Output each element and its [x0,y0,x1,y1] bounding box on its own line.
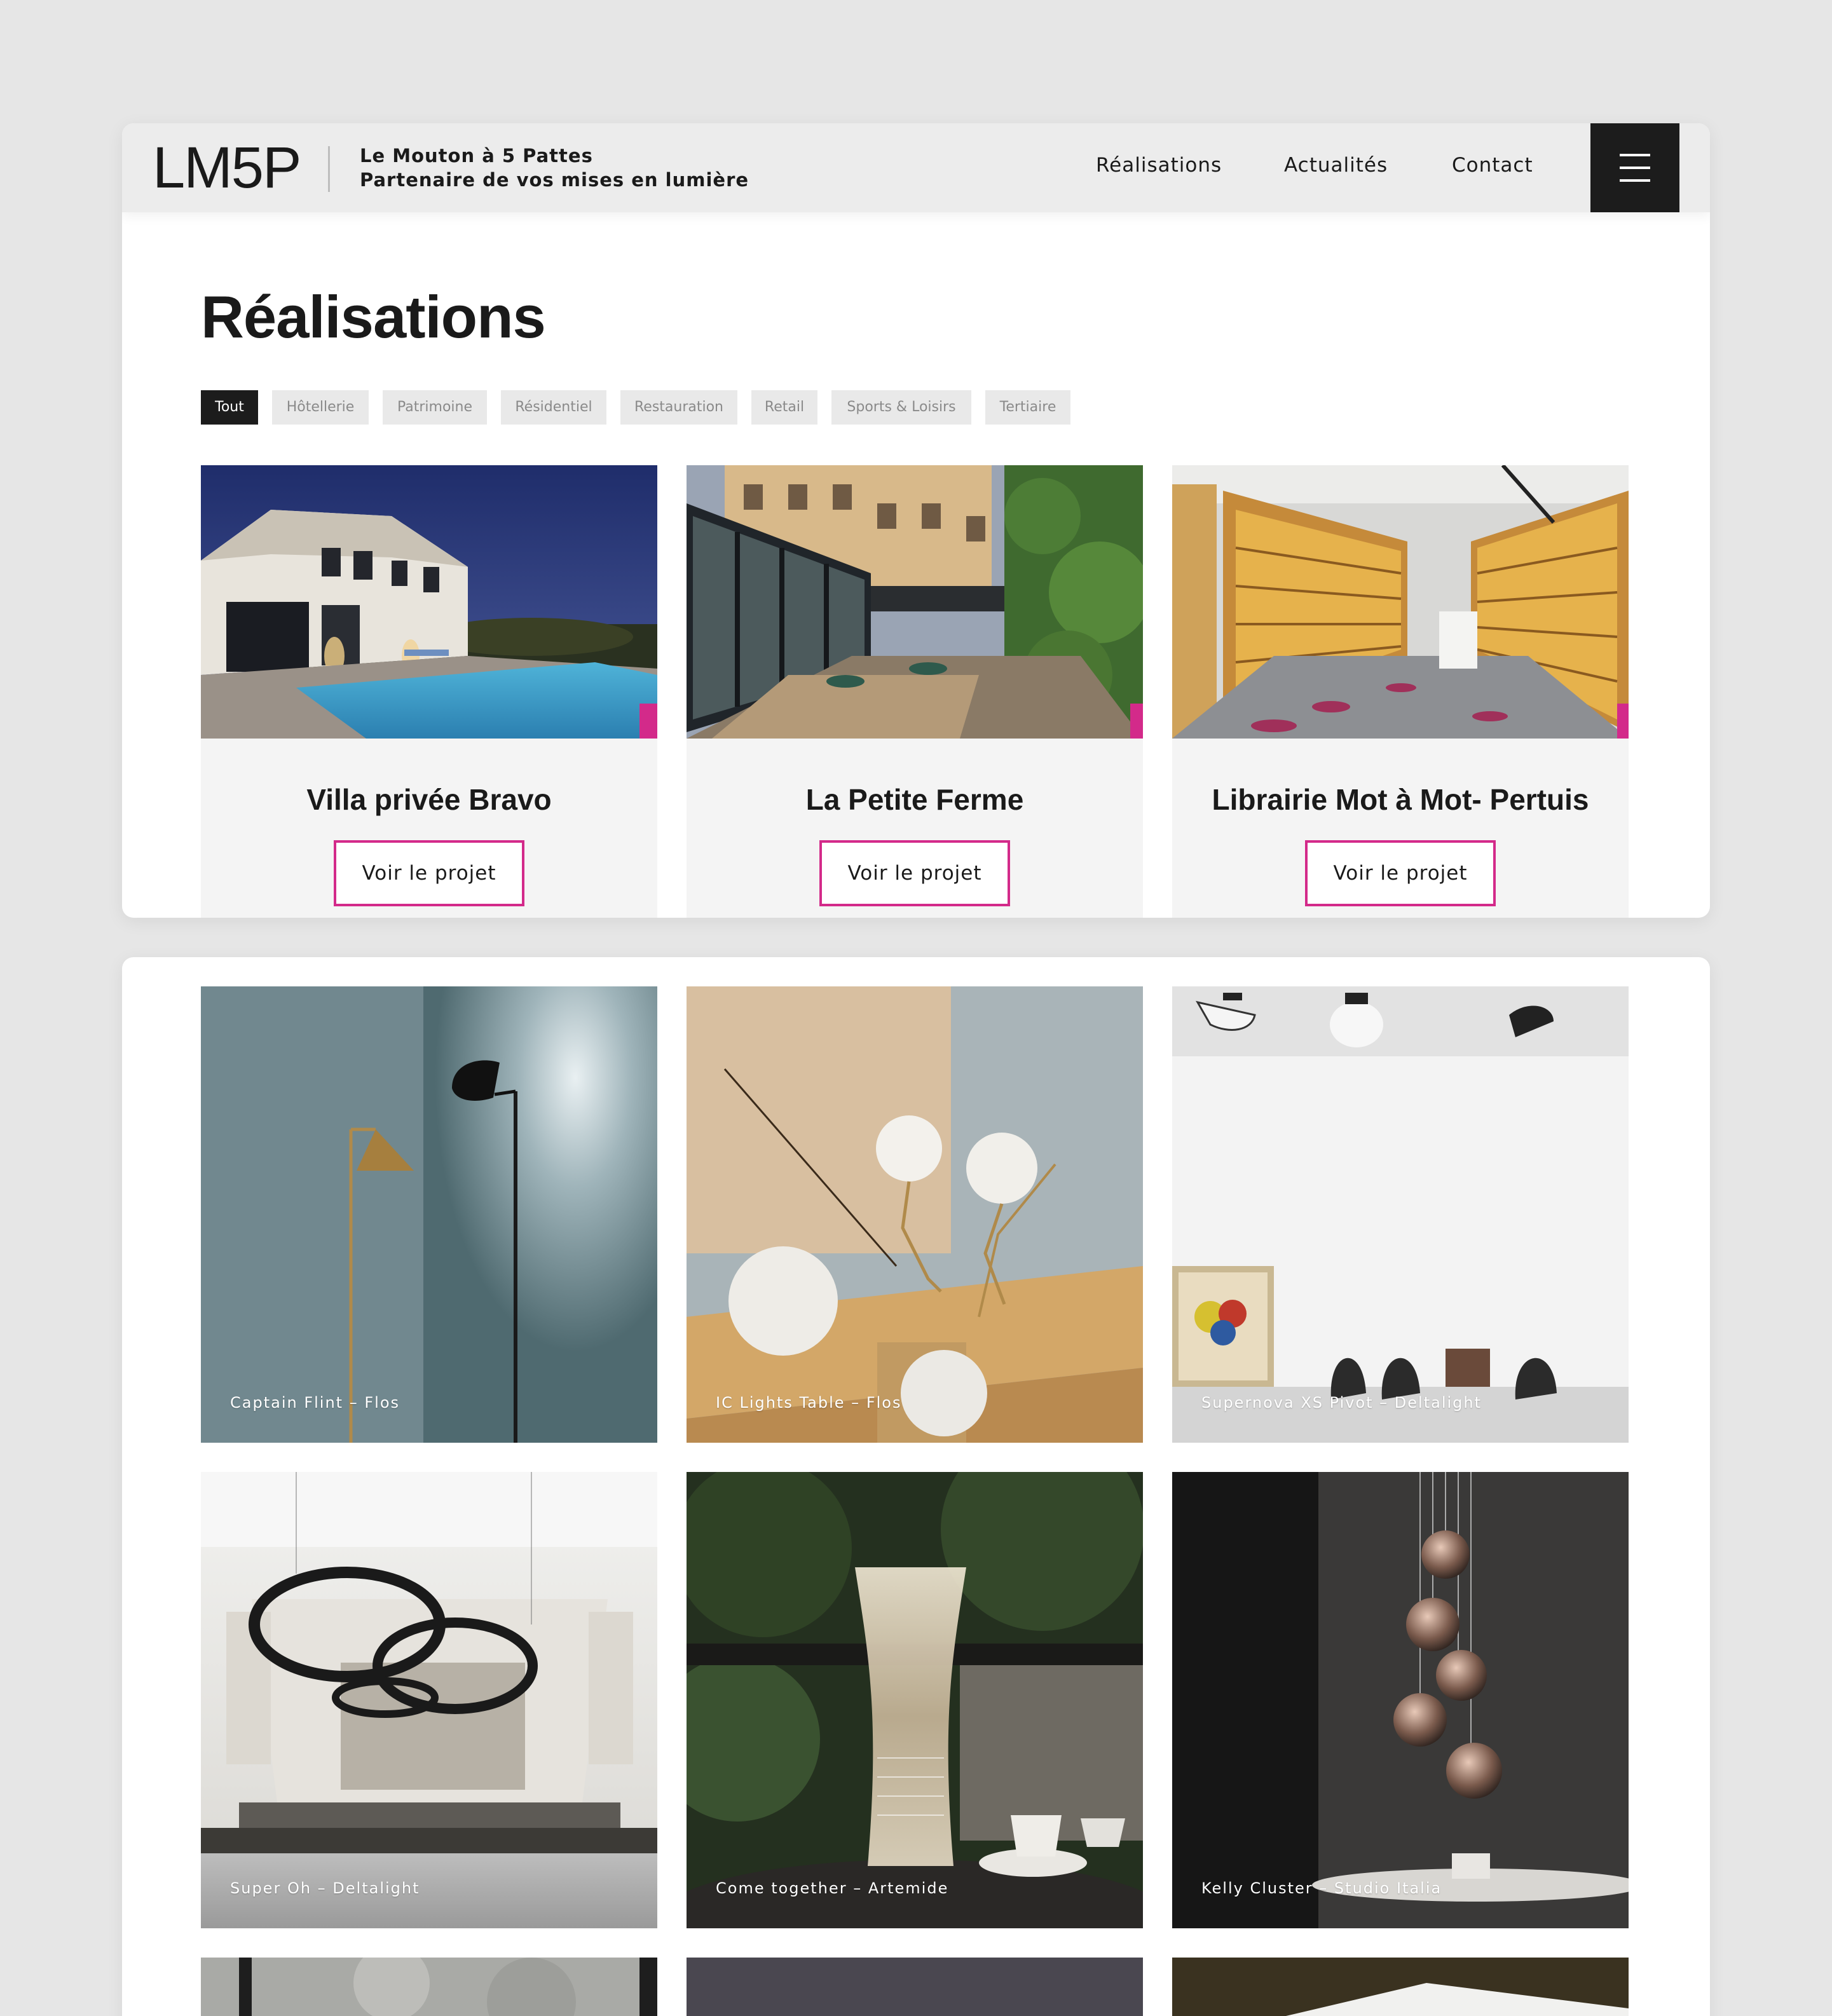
nav-realisations[interactable]: Réalisations [1096,153,1222,178]
site-header: LM5P Le Mouton à 5 Pattes Partenaire de … [122,123,1710,212]
filter-retail[interactable]: Retail [751,390,817,425]
product-card[interactable]: Captain Flint – Flos [201,986,657,1443]
product-card-partial[interactable] [687,1958,1143,2016]
hamburger-icon-bar [1620,179,1650,182]
nav-actualites[interactable]: Actualités [1284,153,1388,178]
product-card-partial[interactable] [1172,1958,1629,2016]
site-logo[interactable]: LM5P [153,135,301,201]
project-title: Villa privée Bravo [306,783,552,816]
filter-patrimoine[interactable]: Patrimoine [383,390,487,425]
filter-restauration[interactable]: Restauration [620,390,737,425]
tagline-line-2: Partenaire de vos mises en lumière [360,169,749,191]
filter-hotellerie[interactable]: Hôtellerie [272,390,369,425]
product-caption: Kelly Cluster – Studio Italia [1201,1879,1442,1897]
project-title: La Petite Ferme [805,783,1024,816]
product-card-partial[interactable] [201,1958,657,2016]
filter-residentiel[interactable]: Résidentiel [501,390,606,425]
project-title: Librairie Mot à Mot- Pertuis [1212,783,1589,816]
logo-divider [328,146,330,192]
product-card[interactable]: Super Oh – Deltalight [201,1472,657,1928]
product-caption: Come together – Artemide [716,1879,949,1897]
project-photo[interactable] [201,465,657,739]
view-project-button[interactable]: Voir le projet [334,840,524,906]
realisations-panel: LM5P Le Mouton à 5 Pattes Partenaire de … [122,123,1710,918]
product-card[interactable]: IC Lights Table – Flos [687,986,1143,1443]
filter-sports-loisirs[interactable]: Sports & Loisirs [831,390,971,425]
filter-tertiaire[interactable]: Tertiaire [985,390,1070,425]
view-project-button[interactable]: Voir le projet [1305,840,1496,906]
page-title: Réalisations [201,283,546,350]
project-photo[interactable] [1172,465,1629,739]
filter-tout[interactable]: Tout [201,390,258,425]
product-card[interactable]: Kelly Cluster – Studio Italia [1172,1472,1629,1928]
products-panel: Captain Flint – Flos IC Lights Table – F… [122,957,1710,2016]
project-card[interactable]: La Petite Ferme Voir le projet [687,465,1143,918]
project-card[interactable]: Villa privée Bravo Voir le projet [201,465,657,918]
nav-contact[interactable]: Contact [1452,153,1533,178]
site-tagline: Le Mouton à 5 Pattes Partenaire de vos m… [360,144,749,192]
product-caption: Supernova XS Pivot – Deltalight [1201,1394,1482,1412]
product-caption: Captain Flint – Flos [230,1394,400,1412]
product-caption: IC Lights Table – Flos [716,1394,902,1412]
product-card[interactable]: Come together – Artemide [687,1472,1143,1928]
tagline-line-1: Le Mouton à 5 Pattes [360,145,593,167]
hamburger-menu-button[interactable] [1590,123,1679,212]
product-caption: Super Oh – Deltalight [230,1879,420,1897]
project-card[interactable]: Librairie Mot à Mot- Pertuis Voir le pro… [1172,465,1629,918]
hamburger-icon [1620,154,1650,156]
project-photo[interactable] [687,465,1143,739]
view-project-button[interactable]: Voir le projet [819,840,1010,906]
product-card[interactable]: Supernova XS Pivot – Deltalight [1172,986,1629,1443]
hamburger-icon-bar [1620,167,1650,169]
